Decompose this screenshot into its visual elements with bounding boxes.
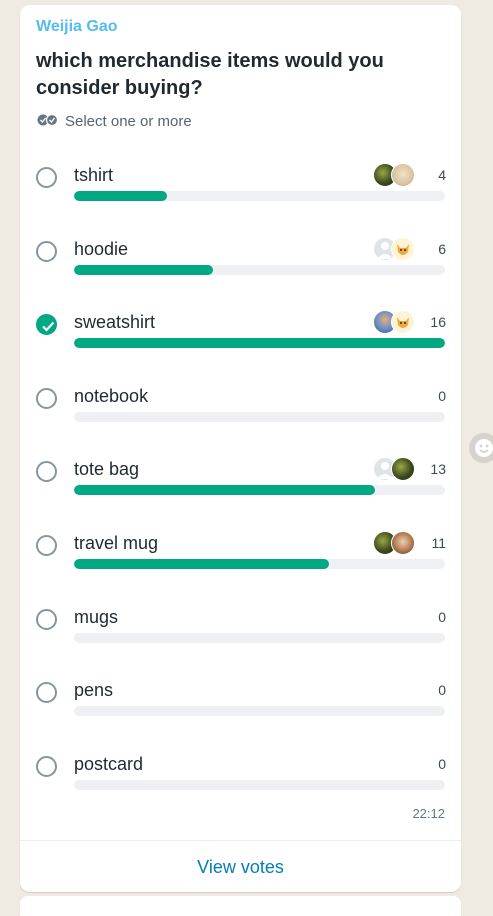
view-votes-button[interactable]: View votes [20, 857, 461, 878]
option-label: hoodie [74, 238, 129, 259]
next-message-card [20, 896, 461, 916]
vote-count: 4 [438, 167, 446, 183]
poll-question: which merchandise items would you consid… [36, 50, 384, 99]
vote-progress-fill [74, 264, 214, 275]
poll-option[interactable]: postcard 0 [36, 753, 446, 816]
option-label: tote bag [74, 459, 140, 480]
option-label: notebook [74, 385, 149, 406]
voter-avatars [373, 310, 423, 335]
option-label: sweatshirt [74, 312, 156, 333]
vote-progress-bar [74, 632, 445, 643]
poll-option[interactable]: tote bag 13 [36, 457, 446, 521]
voter-avatars [373, 531, 423, 555]
option-label: tshirt [74, 165, 114, 185]
poll-option[interactable]: mugs 0 [36, 606, 446, 669]
voter-avatars [373, 163, 423, 187]
option-label: travel mug [74, 533, 159, 553]
option-label: postcard [74, 753, 144, 774]
radio-button[interactable] [36, 755, 57, 777]
vote-count: 0 [438, 387, 446, 404]
avatar [391, 310, 415, 335]
vote-count: 16 [430, 314, 446, 331]
vote-count: 6 [438, 240, 446, 257]
vote-progress-bar [74, 779, 445, 790]
checked-radio[interactable] [36, 314, 57, 336]
poll-option[interactable]: notebook 0 [36, 385, 446, 448]
vote-count: 11 [431, 535, 446, 551]
poll-option[interactable]: hoodie 6 [36, 236, 446, 301]
avatar [391, 531, 415, 555]
sender-name[interactable]: Weijia Gao [36, 18, 118, 36]
vote-progress-fill [74, 338, 445, 349]
option-label: pens [74, 680, 114, 701]
radio-button[interactable] [36, 461, 57, 483]
radio-button[interactable] [36, 682, 57, 704]
vote-count: 0 [438, 755, 446, 772]
vote-progress-bar [74, 264, 445, 275]
radio-button[interactable] [36, 535, 57, 556]
smiley-icon [475, 439, 493, 457]
vote-count: 0 [438, 682, 446, 699]
voter-avatars [373, 236, 423, 261]
radio-button[interactable] [36, 608, 57, 630]
avatar [391, 236, 415, 261]
poll-option[interactable]: travel mug 11 [36, 531, 446, 595]
vote-progress-bar [74, 411, 445, 422]
option-label: mugs [74, 606, 119, 627]
vote-progress-bar [74, 559, 445, 569]
vote-progress-bar [74, 485, 445, 496]
checkmark-icon [42, 321, 55, 332]
radio-button[interactable] [36, 240, 57, 262]
double-check-icon [37, 113, 59, 130]
avatar [391, 457, 415, 482]
vote-progress-bar [74, 706, 445, 717]
vote-progress-fill [74, 559, 330, 569]
vote-progress-bar [74, 191, 445, 201]
emoji-reaction-button[interactable] [469, 433, 493, 463]
poll-message-card: Weijia Gao which merchandise items would… [20, 5, 461, 892]
vote-progress-fill [74, 191, 167, 201]
radio-button[interactable] [36, 387, 57, 409]
poll-option[interactable]: sweatshirt 16 [36, 310, 446, 374]
voter-avatars [373, 457, 423, 482]
vote-progress-bar [74, 338, 445, 349]
message-timestamp: 22:12 [412, 806, 445, 821]
avatar [391, 163, 415, 187]
vote-count: 13 [430, 461, 446, 478]
poll-option[interactable]: pens 0 [36, 680, 446, 742]
vote-progress-fill [74, 485, 376, 496]
poll-option[interactable]: tshirt 4 [36, 163, 446, 227]
hint-text: Select one or more [65, 113, 192, 130]
poll-hint: Select one or more [37, 113, 192, 130]
divider [20, 840, 461, 841]
radio-button[interactable] [36, 167, 57, 188]
vote-count: 0 [438, 608, 446, 625]
